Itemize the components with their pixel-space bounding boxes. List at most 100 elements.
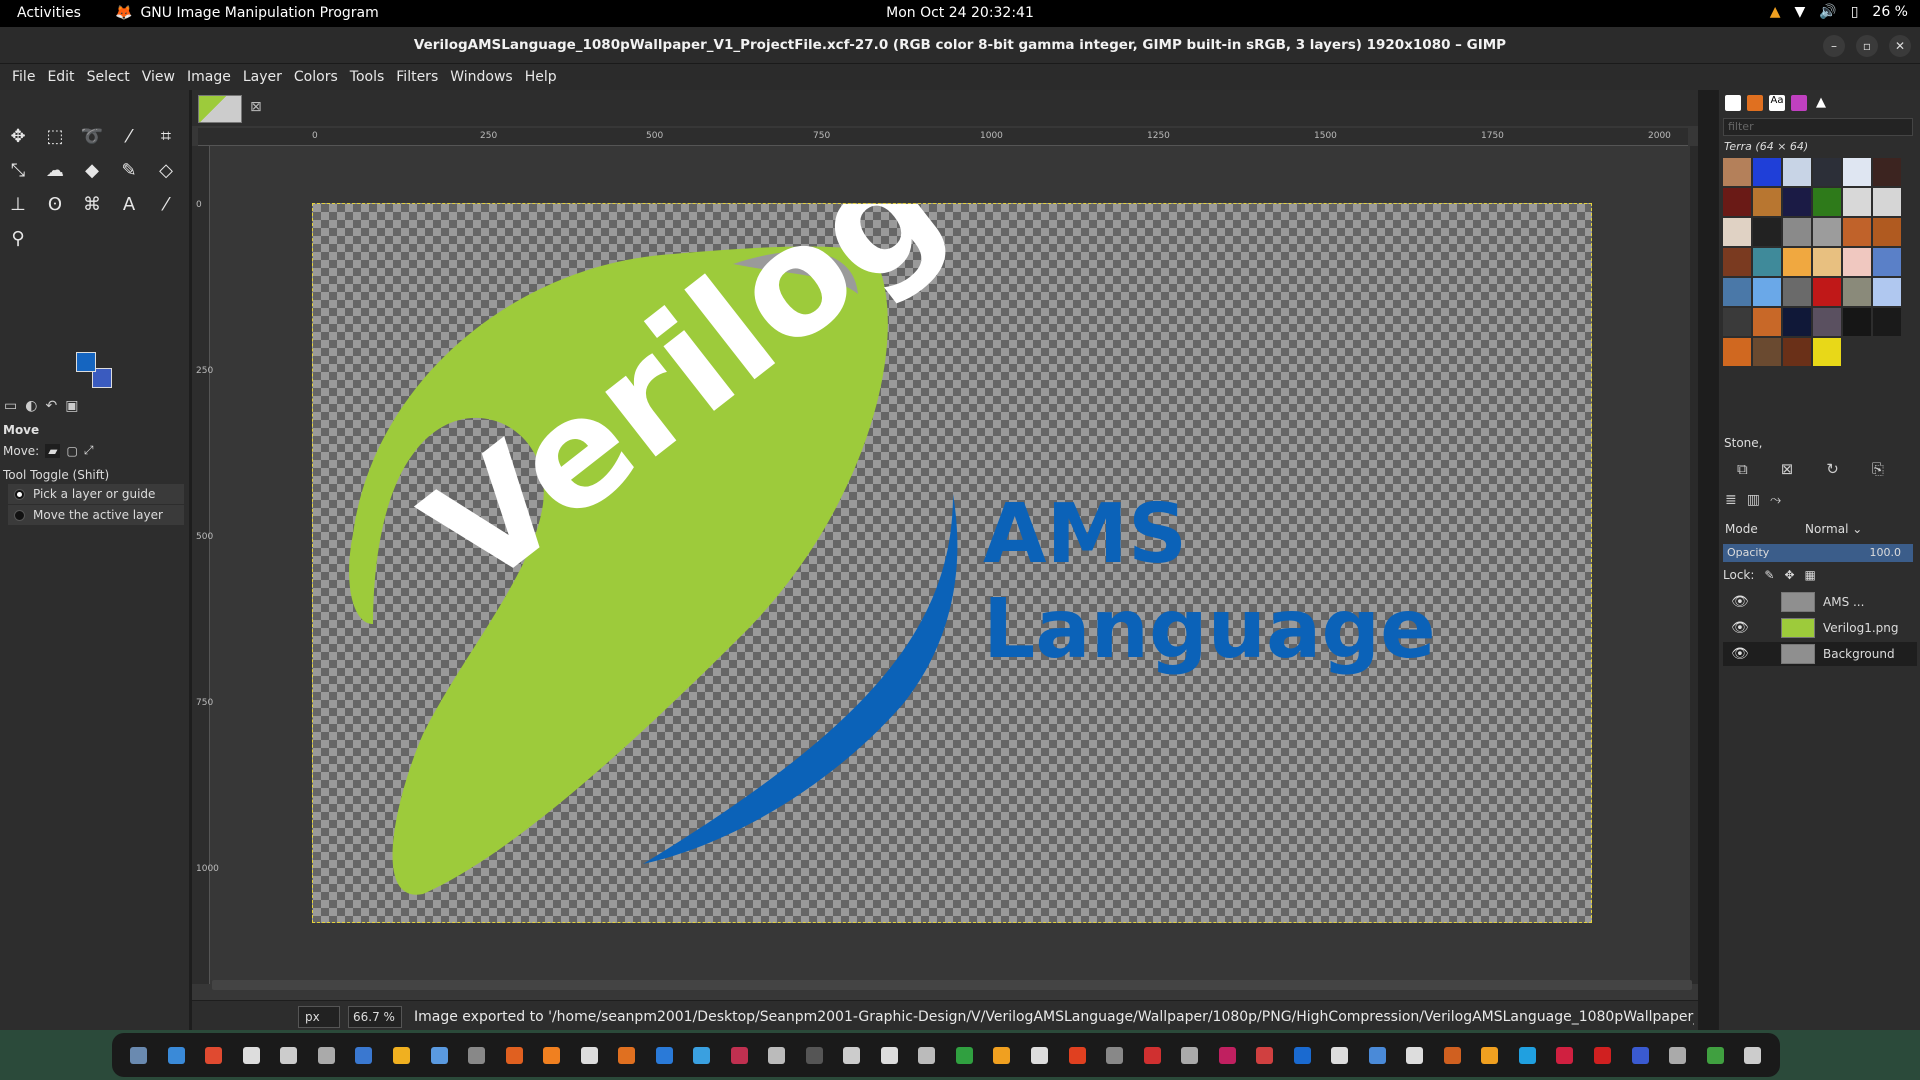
dock-app-icon[interactable] [1218,1046,1236,1064]
device-status-tab-icon[interactable]: ◐ [25,398,37,414]
channels-tab-icon[interactable]: ▥ [1747,492,1760,508]
free-select-icon[interactable]: ➰ [78,122,106,150]
rect-select-icon[interactable]: ⬚ [41,122,69,150]
dock-app-icon[interactable] [1368,1046,1386,1064]
layer-row-active[interactable]: 👁 Background [1723,642,1917,666]
menu-tools[interactable]: Tools [344,69,391,85]
maximize-button[interactable]: ▫ [1856,35,1878,57]
duplicate-pattern-icon[interactable]: ⧉ [1737,460,1748,478]
window-titlebar[interactable]: VerilogAMSLanguage_1080pWallpaper_V1_Pro… [0,27,1920,64]
lock-alpha-icon[interactable]: ▦ [1805,568,1816,582]
close-image-tab-icon[interactable]: ⊠ [250,99,262,115]
layer-row[interactable]: 👁 AMS ... [1723,590,1917,614]
opacity-slider[interactable]: Opacity 100.0 [1723,544,1913,562]
pattern-swatch[interactable] [1873,278,1901,306]
pattern-swatch[interactable] [1873,158,1901,186]
dock-app-icon[interactable] [1293,1046,1311,1064]
pattern-swatch[interactable] [1753,218,1781,246]
image-canvas[interactable]: Verilog AMS Language [312,203,1592,923]
pattern-swatch[interactable] [1783,218,1811,246]
move-layer-icon[interactable]: ▰ [45,443,61,458]
dock-app-icon[interactable] [505,1046,523,1064]
paintbrush-icon[interactable]: ✎ [115,156,143,184]
pattern-swatch[interactable] [1783,248,1811,276]
menu-filters[interactable]: Filters [390,69,444,85]
dock-app-icon[interactable] [205,1046,223,1064]
dock-app-icon[interactable] [280,1046,298,1064]
pattern-swatch[interactable] [1723,248,1751,276]
zoom-select[interactable]: 66.7 % [348,1006,402,1028]
pattern-swatch[interactable] [1753,188,1781,216]
dock-app-icon[interactable] [468,1046,486,1064]
dock-app-icon[interactable] [1443,1046,1461,1064]
dock-app-icon[interactable] [618,1046,636,1064]
pattern-swatch[interactable] [1813,218,1841,246]
horizontal-scrollbar[interactable] [212,980,1692,990]
menu-select[interactable]: Select [81,69,136,85]
pattern-swatch[interactable] [1843,308,1871,336]
bucket-fill-icon[interactable]: ◆ [78,156,106,184]
menu-colors[interactable]: Colors [288,69,344,85]
lock-pixels-icon[interactable]: ✎ [1764,568,1774,582]
brushes-tab-icon[interactable] [1725,95,1741,111]
unified-transform-icon[interactable]: ⤡ [4,156,32,184]
pattern-swatch[interactable] [1813,308,1841,336]
image-tab-thumbnail[interactable] [198,95,242,123]
dock-app-icon[interactable] [543,1046,561,1064]
dock-app-icon[interactable] [392,1046,410,1064]
refresh-patterns-icon[interactable]: ↻ [1826,460,1839,478]
pattern-tag-label[interactable]: Stone, [1724,436,1762,450]
dock-app-icon[interactable] [1331,1046,1349,1064]
tool-options-tab-icon[interactable]: ▭ [4,398,17,414]
fg-color-swatch[interactable] [76,352,96,372]
dock-app-icon[interactable] [768,1046,786,1064]
pattern-swatch[interactable] [1873,248,1901,276]
fuzzy-select-icon[interactable]: ⁄ [115,122,143,150]
pattern-swatch[interactable] [1723,308,1751,336]
menu-help[interactable]: Help [519,69,563,85]
fonts-tab-icon[interactable]: Aa [1769,95,1785,111]
move-selection-icon[interactable]: ▢ [66,444,77,458]
dock-app-icon[interactable] [1706,1046,1724,1064]
dock-app-icon[interactable] [805,1046,823,1064]
pattern-swatch[interactable] [1783,188,1811,216]
mode-select[interactable]: Normal ⌄ [1805,522,1862,536]
fg-bg-colors[interactable] [74,352,114,392]
layers-tab-icon[interactable]: ≣ [1725,492,1737,508]
dock-app-icon[interactable] [1068,1046,1086,1064]
pattern-swatch[interactable] [1783,278,1811,306]
layer-row[interactable]: 👁 Verilog1.png [1723,616,1917,640]
pattern-swatch[interactable] [1753,308,1781,336]
dock-app-icon[interactable] [1256,1046,1274,1064]
dock-app-icon[interactable] [1106,1046,1124,1064]
clock[interactable]: Mon Oct 24 20:32:41 [0,5,1920,21]
dock-app-icon[interactable] [1744,1046,1762,1064]
menu-edit[interactable]: Edit [41,69,80,85]
color-picker-icon[interactable]: ⁄ [152,190,180,218]
dock-app-icon[interactable] [1143,1046,1161,1064]
pattern-swatch[interactable] [1753,248,1781,276]
option-pick-layer[interactable]: Pick a layer or guide [8,484,184,504]
dock-app-icon[interactable] [1481,1046,1499,1064]
pattern-swatch[interactable] [1753,158,1781,186]
dock-app-icon[interactable] [1406,1046,1424,1064]
dock-app-icon[interactable] [1181,1046,1199,1064]
warp-icon[interactable]: ☁ [41,156,69,184]
dock-app-icon[interactable] [843,1046,861,1064]
dynamics-tab-icon[interactable]: ▲ [1813,95,1829,111]
option-move-active[interactable]: Move the active layer [8,505,184,525]
system-tray[interactable]: ▲ ▼ 🔊 ▯ 26 % [1770,4,1908,20]
pattern-swatch[interactable] [1783,338,1811,366]
menu-windows[interactable]: Windows [444,69,519,85]
visibility-eye-icon[interactable]: 👁 [1731,620,1753,636]
paths-tab-icon[interactable]: ⤳ [1770,492,1781,508]
minimize-button[interactable]: – [1823,35,1845,57]
dock-app-icon[interactable] [317,1046,335,1064]
pattern-swatch[interactable] [1873,308,1901,336]
open-pattern-icon[interactable]: ⎘ [1872,460,1884,478]
pattern-swatch[interactable] [1723,218,1751,246]
pattern-swatch[interactable] [1783,158,1811,186]
pattern-swatch[interactable] [1813,338,1841,366]
close-button[interactable]: ✕ [1889,35,1911,57]
dock-app-icon[interactable] [1669,1046,1687,1064]
